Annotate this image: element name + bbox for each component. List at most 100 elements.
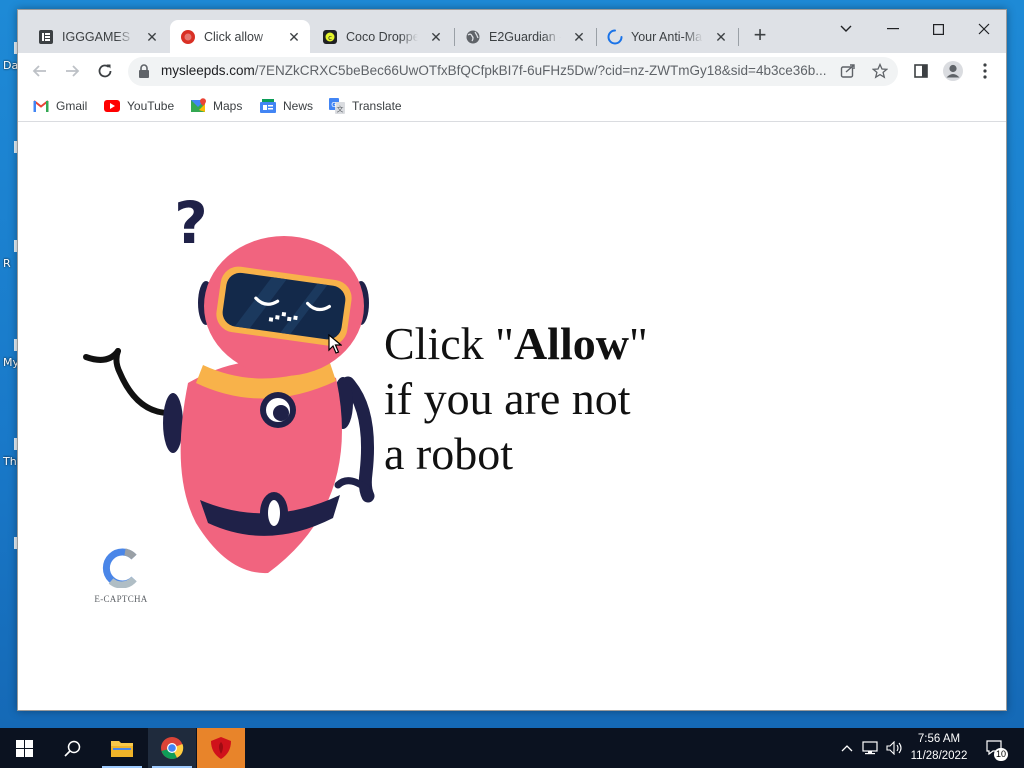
- share-icon[interactable]: [840, 63, 856, 84]
- bookmark-youtube[interactable]: YouTube: [104, 96, 174, 116]
- side-panel-button[interactable]: [907, 57, 935, 85]
- mouse-cursor-icon: [328, 334, 342, 354]
- robot-left-shoulder: [163, 393, 183, 453]
- security-app-taskbar-button[interactable]: [197, 728, 245, 768]
- reload-icon: [98, 64, 112, 78]
- network-button[interactable]: [860, 728, 882, 768]
- page-headline: Click "Allow" if you are not a robot: [384, 316, 648, 481]
- taskbar: 7:56 AM 11/28/2022 10: [0, 728, 1024, 768]
- address-bar[interactable]: mysleepds.com/7ENZkCRXC5beBec66UwOTfxBfQ…: [128, 57, 898, 86]
- notification-badge: 10: [994, 748, 1009, 761]
- search-icon: [63, 740, 80, 757]
- tab-strip: IGGGAMES » F ✕ Click allow ✕ c Coco Drop…: [18, 10, 1006, 53]
- url-path: /7ENZkCRXC5beBec66UwOTfxBfQCfpkBI7f-6uFH…: [254, 63, 827, 78]
- tab-title: Click allow: [204, 29, 264, 44]
- headline-suffix: ": [628, 318, 648, 369]
- system-clock[interactable]: 7:56 AM 11/28/2022: [904, 731, 974, 765]
- headline-line-2: if you are not: [384, 373, 631, 424]
- bookmark-label: Translate: [352, 99, 402, 113]
- profile-button[interactable]: [939, 57, 967, 85]
- bookmark-gmail[interactable]: Gmail: [33, 96, 87, 116]
- close-icon[interactable]: ✕: [286, 29, 302, 45]
- bookmark-maps[interactable]: Maps: [190, 96, 242, 116]
- bookmark-translate[interactable]: G文 Translate: [329, 96, 402, 116]
- youtube-icon: [104, 98, 120, 114]
- kebab-menu-icon: [983, 63, 987, 79]
- action-center-button[interactable]: 10: [980, 728, 1010, 768]
- close-window-button[interactable]: [961, 14, 1006, 44]
- globe-icon: [465, 29, 481, 45]
- chrome-taskbar-button[interactable]: [148, 728, 196, 768]
- bookmark-label: Gmail: [56, 99, 88, 113]
- question-mark: ?: [174, 189, 208, 257]
- svg-text:c: c: [328, 34, 332, 42]
- captcha-label: E-CAPTCHA: [94, 594, 148, 604]
- lock-icon[interactable]: [138, 64, 150, 83]
- browser-window: IGGGAMES » F ✕ Click allow ✕ c Coco Drop…: [17, 9, 1007, 711]
- bookmark-label: News: [283, 99, 314, 113]
- file-explorer-button[interactable]: [98, 728, 146, 768]
- back-button[interactable]: [26, 57, 54, 85]
- network-icon: [862, 741, 878, 755]
- maximize-icon: [932, 23, 944, 35]
- gmail-icon: [33, 98, 49, 114]
- red-circle-icon: [180, 29, 196, 45]
- bookmarks-bar: Gmail YouTube Maps News G文 Translate: [18, 90, 1006, 122]
- url-host: mysleepds.com: [161, 63, 255, 78]
- avatar-icon: [943, 61, 963, 81]
- chrome-icon: [161, 737, 184, 759]
- robot-left-arm: [113, 348, 176, 417]
- news-icon: [260, 98, 276, 114]
- robot-chest-core: [273, 405, 289, 421]
- browser-toolbar: mysleepds.com/7ENZkCRXC5beBec66UwOTfxBfQ…: [18, 53, 1006, 90]
- menu-button[interactable]: [971, 57, 999, 85]
- start-button[interactable]: [0, 728, 48, 768]
- minimize-button[interactable]: [870, 14, 916, 44]
- bookmark-label: YouTube: [127, 99, 175, 113]
- side-panel-icon: [914, 64, 928, 78]
- headline-allow: Allow: [513, 318, 629, 369]
- tab-e2guardian[interactable]: E2Guardian - A ✕: [455, 20, 595, 53]
- search-button[interactable]: [48, 728, 96, 768]
- red-shield-icon: [211, 737, 231, 759]
- tab-coco[interactable]: c Coco Dropped ✕: [312, 20, 452, 53]
- bookmark-star-icon[interactable]: [871, 62, 889, 84]
- robot-illustration: ?: [83, 189, 375, 574]
- page-content: ? Click "Allow" if you are not a robot E…: [18, 123, 1006, 710]
- captcha-logo: E-CAPTCHA: [88, 548, 154, 604]
- close-icon[interactable]: ✕: [571, 29, 587, 45]
- close-icon[interactable]: ✕: [428, 29, 444, 45]
- close-icon[interactable]: ✕: [144, 29, 160, 45]
- translate-icon: G文: [329, 98, 345, 114]
- tab-search-button[interactable]: [823, 14, 869, 44]
- new-tab-button[interactable]: +: [748, 24, 772, 48]
- chevron-down-icon: [840, 25, 852, 32]
- headline-line-3: a robot: [384, 428, 514, 479]
- tab-separator: [738, 28, 739, 46]
- speaker-icon: [886, 741, 902, 755]
- minimize-icon: [887, 28, 899, 30]
- coco-icon: c: [322, 29, 338, 45]
- show-hidden-icons-button[interactable]: [838, 728, 856, 768]
- tab-igggames[interactable]: IGGGAMES » F ✕: [28, 20, 168, 53]
- arrow-left-icon: [32, 65, 46, 77]
- maximize-button[interactable]: [915, 14, 961, 44]
- reload-button[interactable]: [91, 57, 119, 85]
- bookmark-news[interactable]: News: [260, 96, 313, 116]
- volume-button[interactable]: [884, 728, 906, 768]
- folder-icon: [111, 741, 133, 757]
- tab-title: E2Guardian - A: [489, 29, 561, 44]
- chevron-up-icon: [841, 745, 853, 752]
- tab-click-allow[interactable]: Click allow ✕: [170, 20, 310, 53]
- loading-spinner-icon: [607, 29, 623, 45]
- svg-text:文: 文: [337, 105, 344, 114]
- tab-anti-malware[interactable]: Your Anti-Malw ✕: [597, 20, 737, 53]
- headline-line-1: Click "Allow": [384, 316, 648, 371]
- clock-time: 7:56 AM: [917, 733, 961, 745]
- tab-title: IGGGAMES » F: [62, 29, 134, 44]
- forward-button[interactable]: [58, 57, 86, 85]
- headline-prefix: Click ": [384, 318, 514, 369]
- close-icon[interactable]: ✕: [713, 29, 729, 45]
- tab-title: Your Anti-Malw: [631, 29, 703, 44]
- url-text[interactable]: mysleepds.com/7ENZkCRXC5beBec66UwOTfxBfQ…: [161, 63, 829, 78]
